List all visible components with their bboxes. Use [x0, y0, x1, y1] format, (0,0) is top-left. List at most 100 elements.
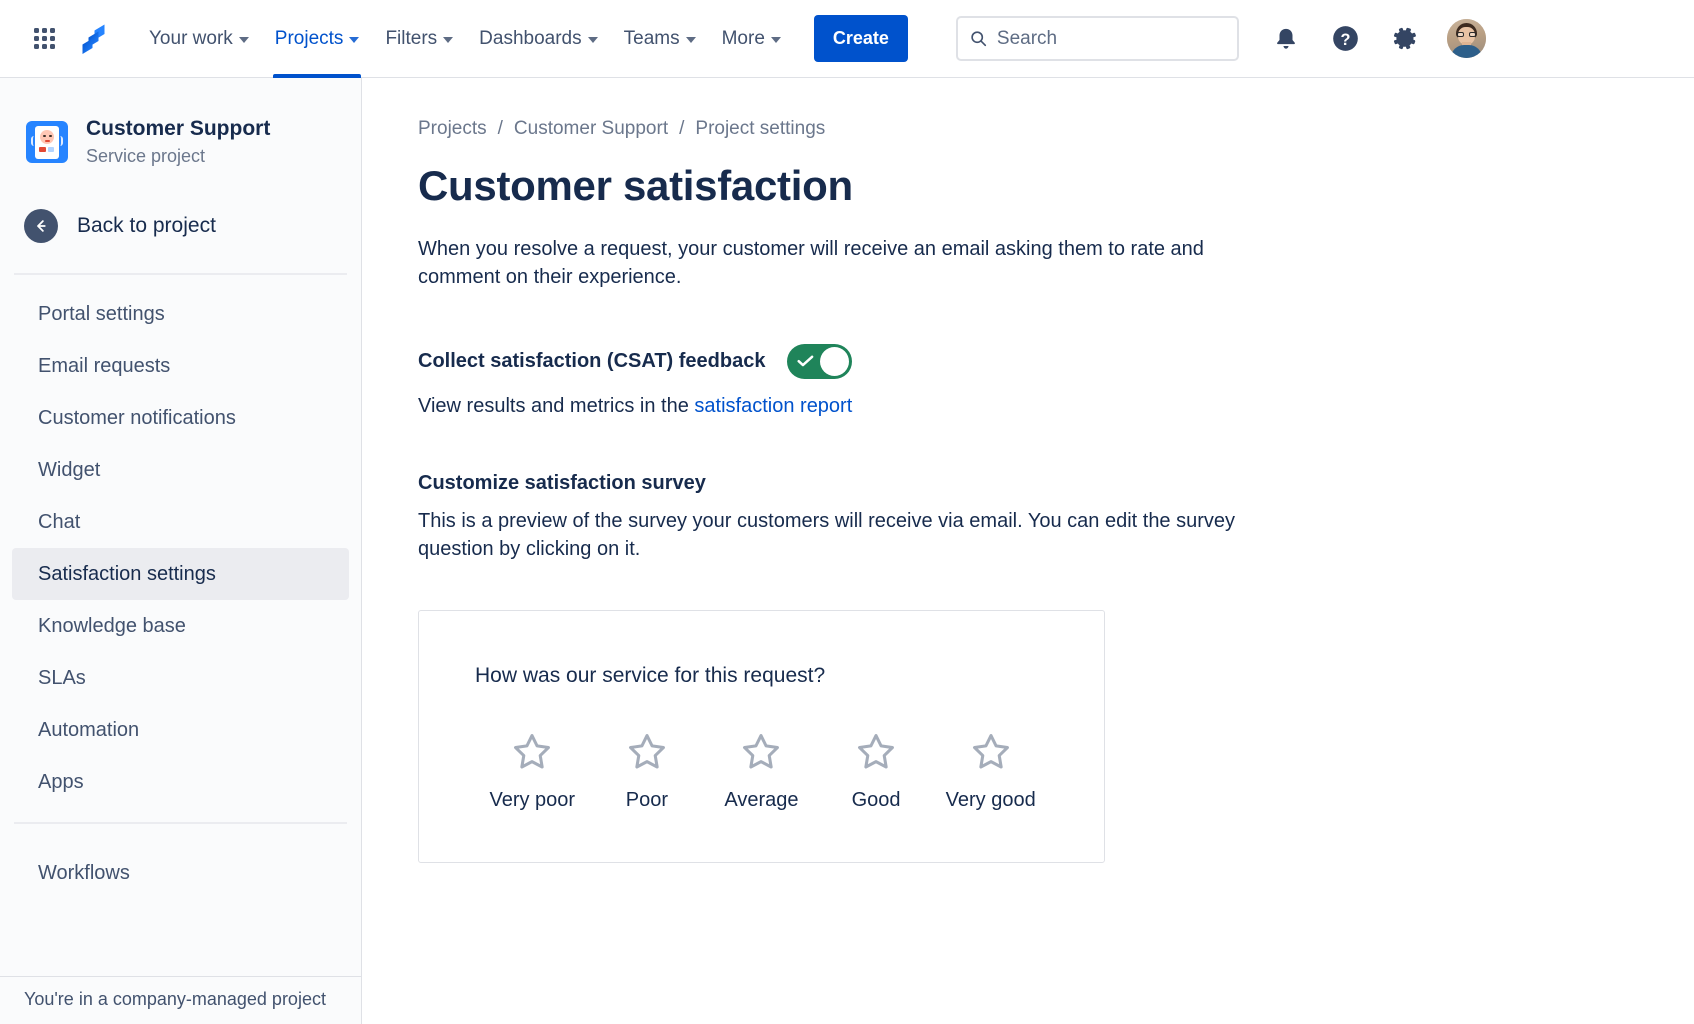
sidebar-item-label: Workflows: [38, 862, 130, 885]
help-question-icon[interactable]: ?: [1327, 20, 1365, 58]
rating-option-very-poor[interactable]: Very poor: [475, 731, 590, 812]
sidebar-item-label: Automation: [38, 719, 139, 742]
main-content: Projects / Customer Support / Project se…: [362, 78, 1694, 1024]
nav-label: Filters: [385, 28, 437, 50]
sidebar-item-label: Portal settings: [38, 303, 165, 326]
rating-label: Average: [724, 789, 798, 812]
toggle-knob: [820, 347, 849, 376]
app-switcher-button[interactable]: [24, 19, 64, 59]
notifications-bell-icon[interactable]: [1267, 20, 1305, 58]
nav-item-projects[interactable]: Projects: [262, 0, 373, 78]
jira-logo-icon[interactable]: [70, 18, 112, 60]
project-header[interactable]: Customer Support Service project: [0, 78, 361, 167]
nav-item-more[interactable]: More: [709, 0, 794, 78]
sidebar-item-satisfaction-settings[interactable]: Satisfaction settings: [12, 548, 349, 600]
chevron-down-icon: [443, 37, 453, 43]
rating-option-average[interactable]: Average: [704, 731, 819, 812]
nav-item-dashboards[interactable]: Dashboards: [466, 0, 610, 78]
project-name: Customer Support: [86, 116, 270, 141]
search-box[interactable]: [956, 16, 1239, 61]
chevron-down-icon: [771, 37, 781, 43]
project-settings-sidebar: Customer Support Service project Back to…: [0, 78, 362, 1024]
sidebar-item-email-requests[interactable]: Email requests: [12, 340, 349, 392]
csat-toggle-switch[interactable]: [787, 344, 852, 379]
check-icon: [797, 356, 814, 367]
satisfaction-report-link[interactable]: satisfaction report: [694, 395, 852, 417]
survey-question[interactable]: How was our service for this request?: [475, 664, 1048, 688]
sidebar-footer-note: You're in a company-managed project: [0, 976, 361, 1024]
rating-option-very-good[interactable]: Very good: [933, 731, 1048, 812]
sidebar-item-label: Knowledge base: [38, 615, 186, 638]
back-to-project-link[interactable]: Back to project: [0, 203, 361, 249]
user-avatar[interactable]: [1447, 19, 1486, 58]
customize-survey-description: This is a preview of the survey your cus…: [418, 507, 1308, 564]
sidebar-item-customer-notifications[interactable]: Customer notifications: [12, 392, 349, 444]
nav-item-your-work[interactable]: Your work: [136, 0, 262, 78]
star-outline-icon: [625, 731, 669, 773]
back-to-project-label: Back to project: [77, 214, 216, 238]
sidebar-item-portal-settings[interactable]: Portal settings: [12, 288, 349, 340]
sidebar-item-apps[interactable]: Apps: [12, 756, 349, 808]
sidebar-item-slas[interactable]: SLAs: [12, 652, 349, 704]
sidebar-item-automation[interactable]: Automation: [12, 704, 349, 756]
primary-nav-items: Your work Projects Filters Dashboards Te…: [136, 0, 794, 78]
nav-item-teams[interactable]: Teams: [611, 0, 709, 78]
nav-item-filters[interactable]: Filters: [372, 0, 466, 78]
sidebar-item-workflows[interactable]: Workflows: [12, 847, 349, 899]
service-project-icon: [26, 121, 68, 163]
nav-label: Dashboards: [479, 28, 581, 50]
top-navigation-bar: Your work Projects Filters Dashboards Te…: [0, 0, 1694, 78]
svg-text:?: ?: [1341, 31, 1351, 49]
top-right-icon-group: ?: [1267, 19, 1486, 58]
sidebar-item-chat[interactable]: Chat: [12, 496, 349, 548]
breadcrumb-separator: /: [679, 118, 684, 140]
rating-label: Poor: [626, 789, 668, 812]
search-icon: [970, 29, 987, 48]
sidebar-item-label: Widget: [38, 459, 100, 482]
sidebar-item-widget[interactable]: Widget: [12, 444, 349, 496]
search-input[interactable]: [997, 28, 1225, 50]
chevron-down-icon: [588, 37, 598, 43]
breadcrumb: Projects / Customer Support / Project se…: [418, 118, 1694, 140]
page-intro-text: When you resolve a request, your custome…: [418, 235, 1274, 292]
rating-label: Very poor: [489, 789, 575, 812]
rating-option-good[interactable]: Good: [819, 731, 934, 812]
star-outline-icon: [969, 731, 1013, 773]
nav-label: Projects: [275, 28, 344, 50]
chevron-down-icon: [686, 37, 696, 43]
rating-option-poor[interactable]: Poor: [590, 731, 705, 812]
sidebar-divider-bottom: [14, 822, 347, 824]
breadcrumb-item-project-settings[interactable]: Project settings: [695, 118, 825, 140]
sidebar-nav-list: Portal settings Email requests Customer …: [0, 275, 361, 808]
breadcrumb-item-customer-support[interactable]: Customer Support: [514, 118, 668, 140]
view-results-prefix: View results and metrics in the: [418, 395, 694, 417]
survey-preview-card: How was our service for this request? Ve…: [418, 610, 1105, 863]
survey-rating-scale: Very poor Poor Average: [475, 731, 1048, 812]
breadcrumb-separator: /: [498, 118, 503, 140]
sidebar-nav-list-secondary: Workflows: [0, 834, 361, 899]
csat-toggle-label: Collect satisfaction (CSAT) feedback: [418, 350, 765, 373]
grid-apps-icon: [34, 28, 55, 49]
nav-label: Your work: [149, 28, 233, 50]
arrow-left-icon: [24, 209, 58, 243]
rating-label: Very good: [946, 789, 1036, 812]
project-type: Service project: [86, 146, 270, 167]
chevron-down-icon: [239, 37, 249, 43]
create-button[interactable]: Create: [814, 15, 908, 62]
star-outline-icon: [510, 731, 554, 773]
breadcrumb-item-projects[interactable]: Projects: [418, 118, 487, 140]
sidebar-item-label: Customer notifications: [38, 407, 236, 430]
sidebar-item-label: Satisfaction settings: [38, 563, 216, 586]
csat-toggle-row: Collect satisfaction (CSAT) feedback: [418, 344, 1694, 379]
star-outline-icon: [854, 731, 898, 773]
sidebar-item-knowledge-base[interactable]: Knowledge base: [12, 600, 349, 652]
chevron-down-icon: [349, 37, 359, 43]
view-results-line: View results and metrics in the satisfac…: [418, 395, 1694, 418]
page-title: Customer satisfaction: [418, 162, 1694, 210]
sidebar-item-label: Apps: [38, 771, 84, 794]
star-outline-icon: [739, 731, 783, 773]
rating-label: Good: [852, 789, 901, 812]
settings-gear-icon[interactable]: [1387, 20, 1425, 58]
nav-label: More: [722, 28, 765, 50]
sidebar-item-label: Email requests: [38, 355, 170, 378]
